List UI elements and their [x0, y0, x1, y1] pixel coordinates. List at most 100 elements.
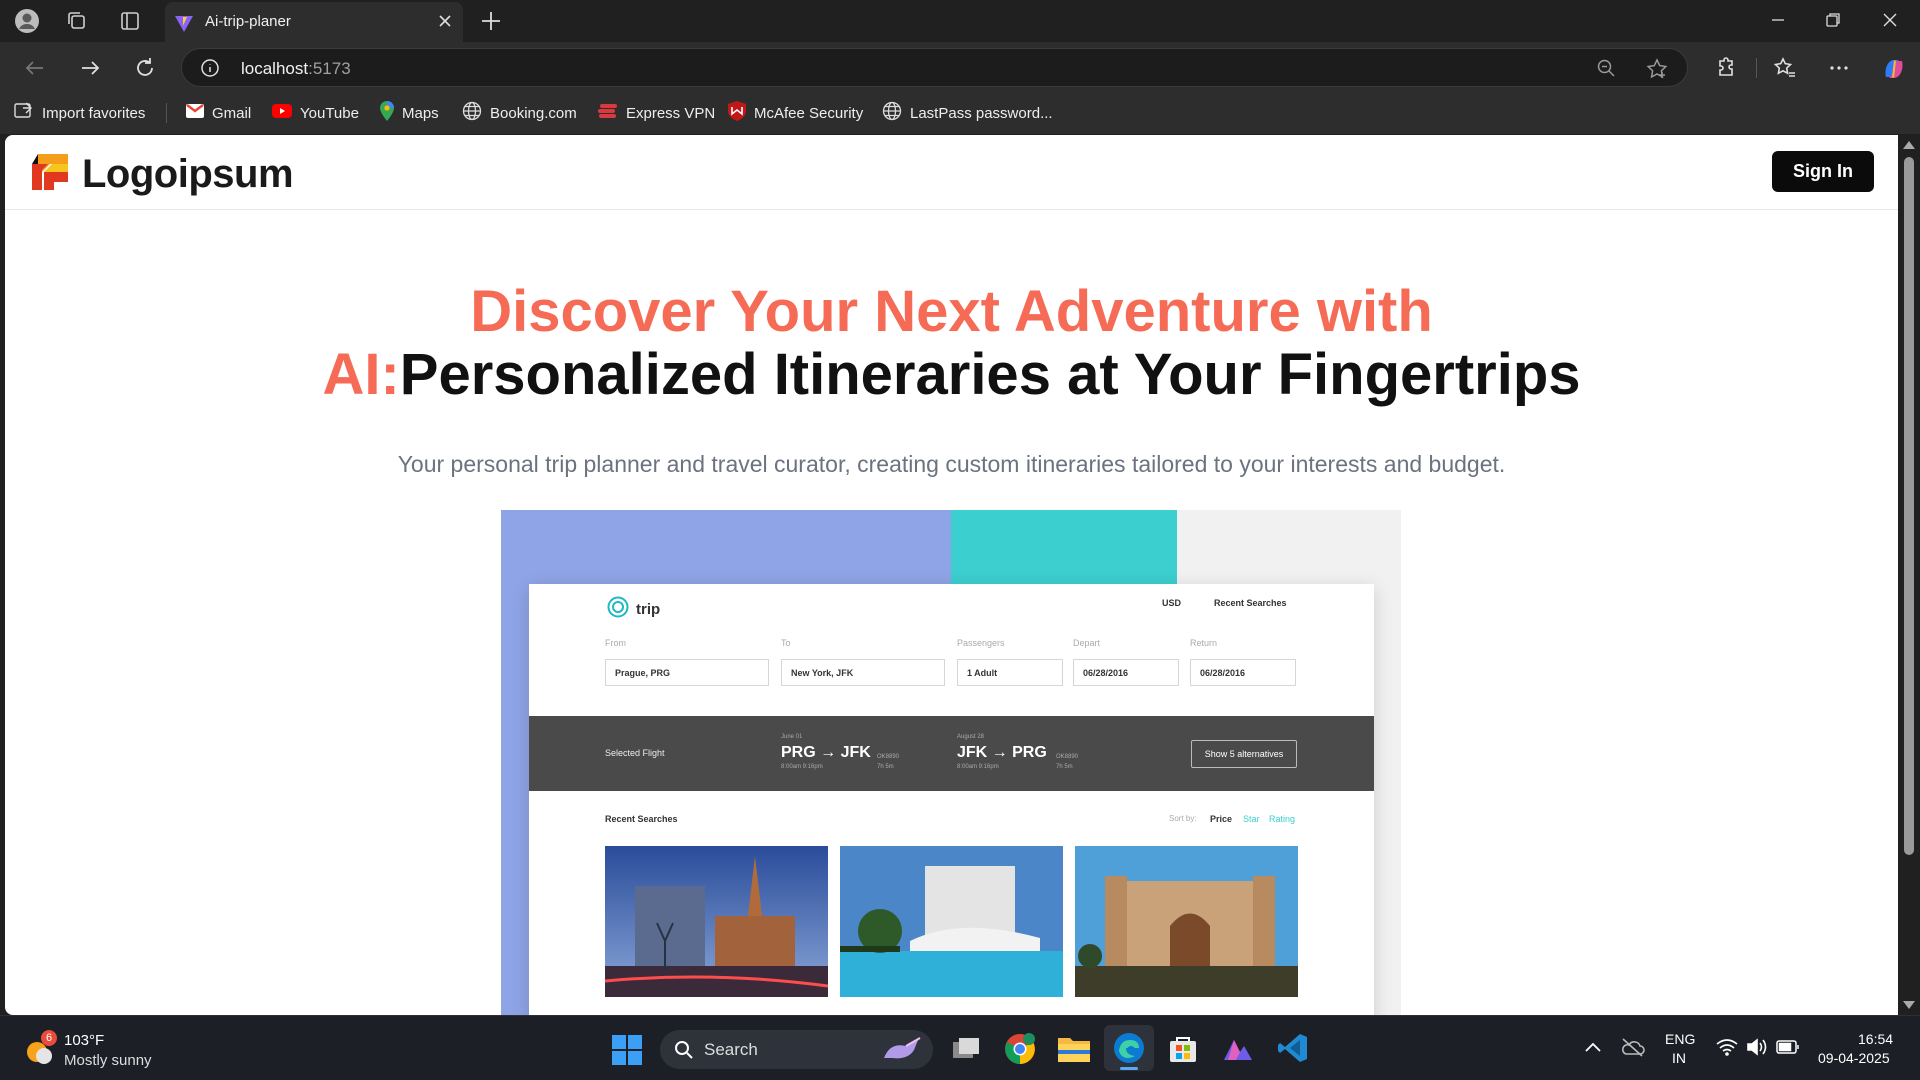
logo-mark-icon	[28, 150, 72, 199]
selected-flight-label: Selected Flight	[605, 748, 665, 758]
back-icon[interactable]	[22, 55, 48, 86]
battery-icon[interactable]	[1776, 1039, 1800, 1060]
vscode-icon[interactable]	[1278, 1033, 1308, 1068]
vertical-tabs-icon[interactable]	[117, 8, 143, 34]
fav-label: Express VPN	[626, 104, 716, 122]
label-depart: Depart	[1073, 638, 1101, 648]
page-scrollbar[interactable]	[1898, 135, 1920, 1015]
outbound-times: 8:00am 9:16pm	[781, 764, 823, 770]
search-label: Search	[704, 1040, 758, 1059]
site-header: Logoipsum Sign In	[5, 135, 1898, 210]
favorite-star-icon[interactable]	[1646, 58, 1668, 85]
hero-title: Discover Your Next Adventure with AI:Per…	[5, 280, 1898, 406]
trip-logo-icon	[607, 596, 629, 622]
fav-label: Import favorites	[42, 104, 146, 122]
search-icon	[674, 1040, 694, 1065]
inbound-route: JFK → PRG	[957, 744, 1047, 761]
restore-icon[interactable]	[1823, 10, 1843, 35]
mockup-recent-searches: Recent Searches	[1214, 598, 1287, 608]
fav-label: LastPass password...	[910, 104, 1053, 122]
task-view-icon[interactable]	[950, 1034, 982, 1069]
close-window-icon[interactable]	[1880, 10, 1900, 35]
file-explorer-icon[interactable]	[1058, 1034, 1090, 1067]
show-hidden-icons[interactable]	[1584, 1040, 1602, 1059]
mockup-sort-by: Sort by:	[1169, 814, 1197, 823]
mockup-brand: trip	[607, 596, 660, 622]
fav-label: McAfee Security	[754, 104, 864, 122]
extensions-icon[interactable]	[1712, 55, 1738, 86]
scroll-up-icon[interactable]	[1903, 141, 1915, 149]
fav-gmail[interactable]: Gmail	[186, 102, 251, 124]
new-tab-icon[interactable]	[478, 8, 504, 39]
fav-lastpass[interactable]: LastPass password...	[882, 101, 1053, 125]
scroll-down-icon[interactable]	[1903, 1001, 1915, 1009]
mockup-sort-star: Star	[1243, 814, 1260, 824]
address-bar[interactable]: localhost:5173	[181, 48, 1688, 87]
label-passengers: Passengers	[957, 638, 1005, 648]
youtube-icon	[272, 104, 292, 122]
inbound-times: 8:00am 9:16pm	[957, 764, 999, 770]
favorites-divider	[166, 103, 167, 123]
mockup-sort-price: Price	[1210, 814, 1233, 824]
copilot-icon[interactable]	[1880, 55, 1908, 88]
fav-booking[interactable]: Booking.com	[462, 101, 577, 125]
onedrive-offline-icon[interactable]	[1620, 1036, 1646, 1063]
fav-mcafee[interactable]: McAfee Security	[728, 101, 864, 124]
gmail-icon	[186, 104, 204, 122]
label-from: From	[605, 638, 626, 648]
weather-badge: 6	[41, 1030, 57, 1046]
taskbar-search[interactable]: Search	[660, 1030, 933, 1069]
profile-icon[interactable]	[14, 8, 40, 34]
close-tab-icon[interactable]	[437, 13, 453, 34]
fav-youtube[interactable]: YouTube	[272, 102, 359, 124]
hero-image: trip USD Recent Searches From To Passeng…	[501, 510, 1401, 1015]
hero-subtitle: Your personal trip planner and travel cu…	[397, 451, 1506, 477]
mockup-sort-rating: Rating	[1269, 814, 1296, 824]
lang-primary[interactable]: ENG	[1665, 1031, 1695, 1047]
active-tab[interactable]: Ai-trip-planer	[165, 2, 463, 42]
chrome-icon[interactable]	[1004, 1033, 1036, 1070]
toolbar-divider	[1756, 58, 1757, 78]
volume-icon[interactable]	[1746, 1037, 1768, 1062]
mockup-depart-field: 06/28/2016	[1073, 659, 1179, 686]
clock-time[interactable]: 16:54	[1858, 1031, 1893, 1047]
mockup-passengers-field: 1 Adult	[957, 659, 1063, 686]
weather-temp: 103°F	[64, 1032, 105, 1049]
lang-secondary[interactable]: IN	[1672, 1050, 1686, 1066]
globe-icon	[882, 101, 902, 125]
site-logo[interactable]: Logoipsum	[28, 150, 294, 199]
label-to: To	[781, 638, 791, 648]
inbound-date: August 28	[957, 734, 985, 740]
url-text: localhost:5173	[241, 59, 351, 78]
sign-in-button[interactable]: Sign In	[1772, 151, 1874, 192]
mockup-bg-teal	[951, 510, 1177, 584]
zoom-icon[interactable]	[1596, 58, 1616, 83]
globe-icon	[462, 101, 482, 125]
favorites-icon[interactable]	[1772, 55, 1798, 86]
clock-date[interactable]: 09-04-2025	[1818, 1050, 1890, 1066]
fav-maps[interactable]: Maps	[380, 101, 439, 124]
minimize-icon[interactable]	[1768, 10, 1788, 35]
microsoft-store-icon[interactable]	[1168, 1034, 1198, 1069]
fav-label: Gmail	[212, 104, 252, 122]
forward-icon[interactable]	[77, 55, 103, 86]
more-icon[interactable]	[1826, 55, 1852, 86]
edge-taskbar-active[interactable]	[1104, 1025, 1154, 1071]
hotel-photo-1	[605, 846, 828, 997]
mockup-currency: USD	[1162, 598, 1182, 608]
photos-app-icon[interactable]	[1222, 1034, 1254, 1067]
scrollbar-thumb[interactable]	[1904, 157, 1914, 855]
search-highlight-icon	[878, 1036, 926, 1069]
wifi-icon[interactable]	[1716, 1038, 1738, 1061]
hero-title-accent: Discover Your Next Adventure with	[470, 279, 1433, 344]
site-info-icon[interactable]	[200, 58, 220, 83]
refresh-icon[interactable]	[132, 55, 158, 86]
fav-expressvpn[interactable]: Express VPN	[598, 102, 715, 124]
web-page: Logoipsum Sign In Discover Your Next Adv…	[5, 135, 1898, 1015]
windows-start-icon[interactable]	[612, 1035, 642, 1070]
hotel-photo-3	[1075, 846, 1298, 997]
hero-title-ai: AI:	[322, 342, 400, 407]
mockup-alternatives-button: Show 5 alternatives	[1191, 740, 1297, 768]
fav-import-favorites[interactable]: Import favorites	[14, 102, 145, 124]
workspaces-icon[interactable]	[64, 8, 90, 34]
